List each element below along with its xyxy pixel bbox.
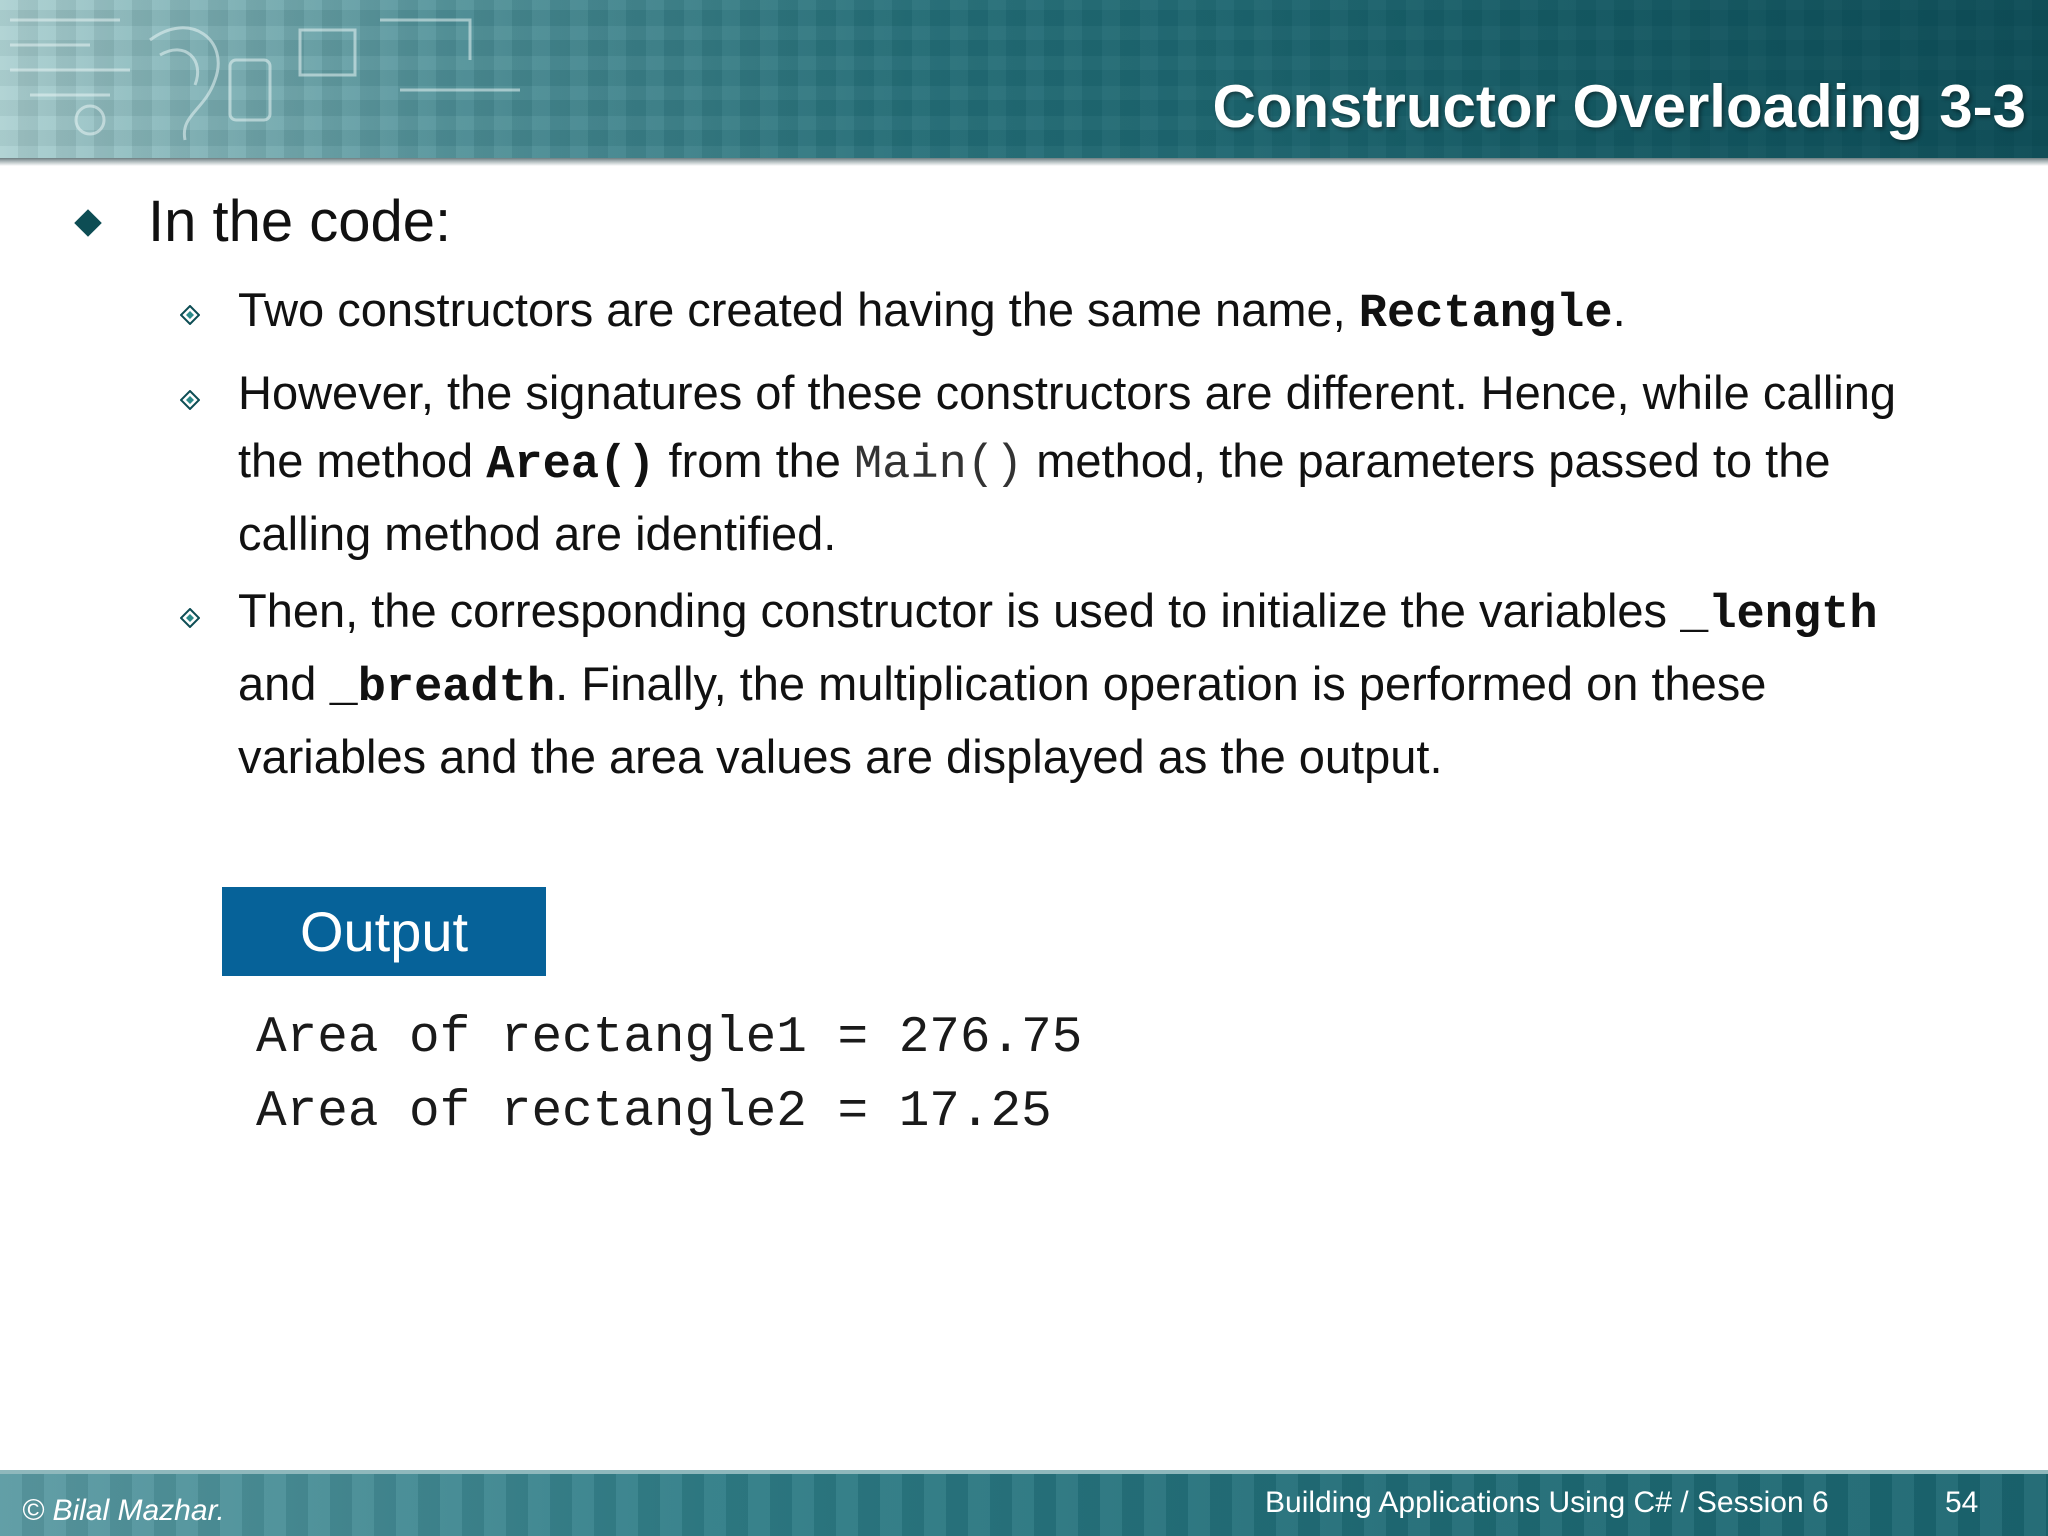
code-rectangle: Rectangle bbox=[1358, 288, 1613, 341]
code-area-method: Area() bbox=[486, 439, 656, 492]
outlined-diamond-bullet-icon bbox=[180, 390, 200, 410]
tech-collage-decoration bbox=[10, 18, 520, 141]
output-label: Output bbox=[222, 887, 546, 976]
sub-bullet-3-text-a: Then, the corresponding constructor is u… bbox=[238, 584, 1681, 637]
main-bullet-text: In the code: bbox=[148, 189, 452, 254]
sub-bullet-2: However, the signatures of these constru… bbox=[238, 359, 1938, 568]
code-breadth-variable: _breadth bbox=[329, 662, 556, 715]
course-session-text: Building Applications Using C# / Session… bbox=[1265, 1486, 1829, 1519]
sub-bullet-1-text-a: Two constructors are created having the … bbox=[238, 283, 1359, 336]
sub-bullet-1-text-b: . bbox=[1612, 283, 1626, 336]
page-number: 54 bbox=[1945, 1486, 1979, 1519]
sub-bullet-2-text-b: from the bbox=[655, 434, 854, 487]
sub-bullet-3: Then, the corresponding constructor is u… bbox=[238, 577, 1938, 791]
output-line-2: Area of rectangle2 = 17.25 bbox=[256, 1084, 1052, 1141]
sub-bullet-3-text-b: and bbox=[238, 657, 330, 710]
diamond-bullet-icon bbox=[74, 209, 102, 237]
output-line-1: Area of rectangle1 = 276.75 bbox=[256, 1010, 1083, 1067]
copyright-text: © Bilal Mazhar. bbox=[22, 1494, 225, 1527]
header-banner: Constructor Overloading 3-3 bbox=[0, 0, 2048, 160]
code-length-variable: _length bbox=[1680, 589, 1878, 642]
header-divider bbox=[0, 158, 2048, 166]
code-main-method: Main() bbox=[853, 439, 1024, 492]
outlined-diamond-bullet-icon bbox=[180, 305, 200, 325]
outlined-diamond-bullet-icon bbox=[180, 608, 200, 628]
sub-bullet-1: Two constructors are created having the … bbox=[238, 276, 1938, 349]
slide-title: Constructor Overloading 3-3 bbox=[1212, 73, 2026, 140]
